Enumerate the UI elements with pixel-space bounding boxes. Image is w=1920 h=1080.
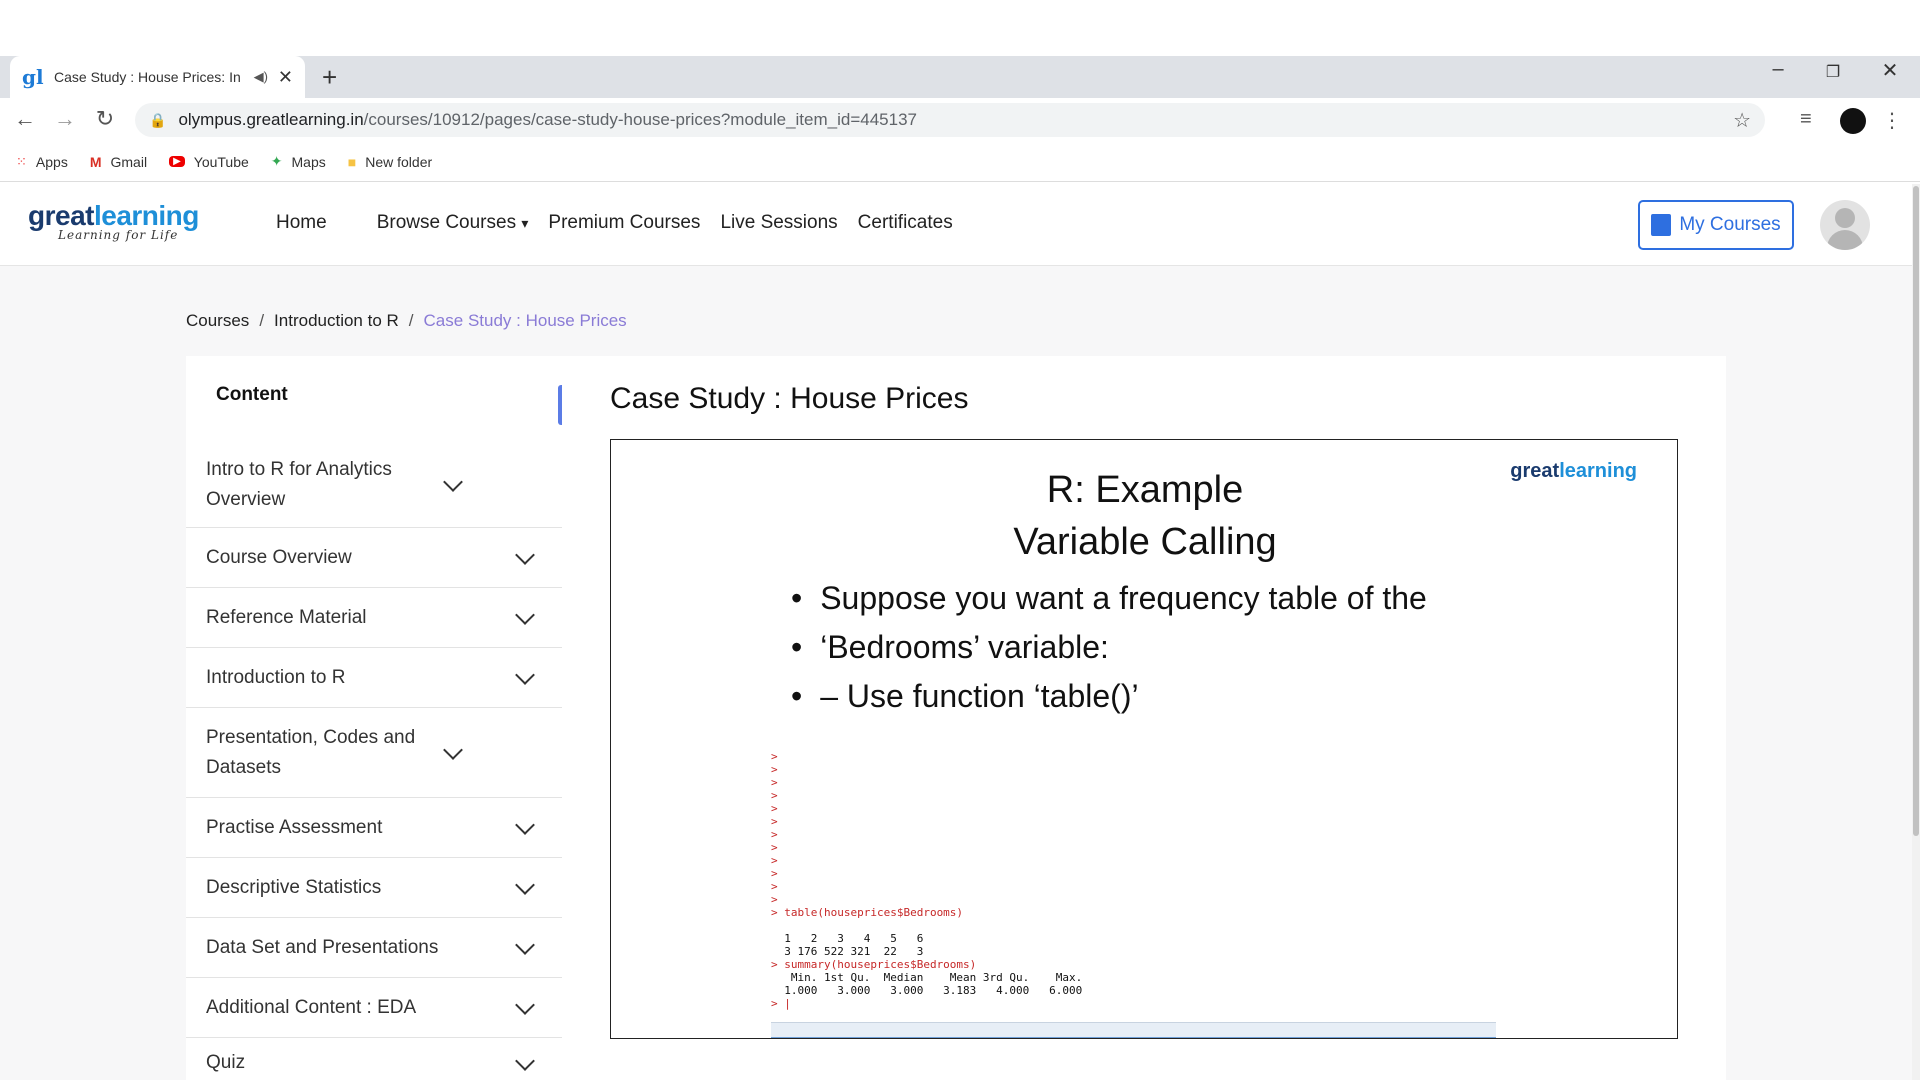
- console-table-values: 3 176 522 321 22 3: [771, 945, 924, 958]
- reload-icon[interactable]: ↻: [90, 106, 120, 132]
- chevron-down-icon: [515, 814, 535, 835]
- console-cmd-summary: > summary(houseprices$Bedrooms): [771, 958, 977, 971]
- bookmark-maps[interactable]: ✦ Maps: [271, 153, 326, 170]
- url-host: olympus.greatlearning.in: [178, 110, 364, 129]
- chevron-down-icon: [515, 604, 535, 625]
- console-scrollbar[interactable]: [771, 1022, 1496, 1038]
- tab-close-icon[interactable]: ✕: [278, 67, 293, 88]
- chevron-down-icon: [515, 664, 535, 685]
- lock-icon: 🔒: [149, 111, 167, 128]
- breadcrumb-current: Case Study : House Prices: [423, 311, 627, 330]
- browser-profile-avatar[interactable]: [1840, 108, 1866, 134]
- page-title: Case Study : House Prices: [610, 382, 969, 415]
- sidebar-section-descriptive-statistics[interactable]: Descriptive Statistics: [186, 858, 562, 918]
- youtube-icon: ▶: [169, 156, 185, 167]
- sidebar-section-course-overview[interactable]: Course Overview: [186, 528, 562, 588]
- sidebar-heading: Content: [216, 384, 288, 405]
- console-summary-head: Min. 1st Qu. Median Mean 3rd Qu. Max.: [771, 971, 1083, 984]
- nav-home[interactable]: Home: [276, 212, 327, 234]
- nav-certificates[interactable]: Certificates: [858, 212, 953, 234]
- gmail-icon: M: [89, 153, 102, 170]
- folder-icon: ■: [347, 153, 357, 170]
- slide-bullet: ‘Bedrooms’ variable:: [791, 629, 1427, 666]
- r-console: > > > > > > > > > > > > > table(housepri…: [771, 750, 1496, 1038]
- video-player[interactable]: greatlearning R: Example Variable Callin…: [610, 439, 1678, 1039]
- breadcrumb-introduction-to-r[interactable]: Introduction to R: [274, 311, 399, 330]
- chevron-down-icon: [515, 544, 535, 565]
- browser-tab[interactable]: gl Case Study : House Prices: In ◀) ✕: [10, 56, 305, 98]
- minimize-icon[interactable]: –: [1748, 58, 1808, 81]
- address-bar[interactable]: 🔒 olympus.greatlearning.in/courses/10912…: [135, 103, 1765, 137]
- sidebar-section-practise-assessment[interactable]: Practise Assessment: [186, 798, 562, 858]
- menu-kebab-icon[interactable]: ⋮: [1882, 108, 1902, 133]
- chevron-down-icon: [443, 739, 463, 760]
- page-scrollbar[interactable]: [1912, 184, 1920, 1080]
- my-courses-button[interactable]: My Courses: [1638, 200, 1794, 250]
- back-icon[interactable]: ←: [10, 106, 40, 132]
- book-icon: [1651, 214, 1672, 236]
- main-nav: Home Browse Courses ▾ Premium Courses Li…: [276, 212, 973, 234]
- bookmark-apps[interactable]: ⁙ Apps: [16, 154, 68, 170]
- console-summary-values: 1.000 3.000 3.000 3.183 4.000 6.000: [771, 984, 1083, 997]
- bookmark-youtube[interactable]: ▶ YouTube: [169, 154, 249, 170]
- sidebar-section-quiz[interactable]: Quiz: [186, 1038, 562, 1080]
- logo-tagline: Learning for Life: [58, 228, 179, 242]
- slide-bullet: Suppose you want a frequency table of th…: [791, 580, 1427, 617]
- bookmark-new-folder[interactable]: ■ New folder: [348, 154, 432, 170]
- breadcrumb-courses[interactable]: Courses: [186, 311, 249, 330]
- window-close-icon[interactable]: ✕: [1860, 58, 1920, 83]
- console-cmd-table: > table(houseprices$Bedrooms): [771, 906, 964, 919]
- site-header: greatlearning Learning for Life Home Bro…: [0, 184, 1920, 266]
- tab-strip: gl Case Study : House Prices: In ◀) ✕: [0, 56, 1920, 98]
- browser-toolbar: ← → ↻ 🔒 olympus.greatlearning.in/courses…: [0, 98, 1920, 142]
- url-path: /courses/10912/pages/case-study-house-pr…: [363, 110, 917, 129]
- sidebar-section-additional-content[interactable]: Additional Content : EDA: [186, 978, 562, 1038]
- user-avatar[interactable]: [1820, 200, 1870, 250]
- chevron-down-icon: [515, 874, 535, 895]
- sidebar-section-intro-overview[interactable]: Intro to R for Analytics Overview: [186, 442, 562, 528]
- chevron-down-icon: [443, 471, 463, 492]
- greatlearning-logo[interactable]: greatlearning Learning for Life: [28, 200, 199, 242]
- chevron-down-icon: [515, 934, 535, 955]
- window-top-area: [0, 0, 1920, 56]
- slide-bullets: Suppose you want a frequency table of th…: [791, 580, 1427, 727]
- forward-icon[interactable]: →: [50, 106, 80, 132]
- chevron-down-icon: ▾: [521, 215, 529, 231]
- main-content: Case Study : House Prices greatlearning …: [562, 356, 1726, 1080]
- sidebar-section-introduction-to-r[interactable]: Introduction to R: [186, 648, 562, 708]
- sidebar-section-data-set[interactable]: Data Set and Presentations: [186, 918, 562, 978]
- breadcrumb: Courses / Introduction to R / Case Study : H…: [186, 311, 627, 330]
- maps-icon: ✦: [270, 153, 283, 169]
- bookmarks-bar: ⁙ Apps M Gmail ▶ YouTube ✦ Maps ■ New folder: [0, 142, 1920, 182]
- content-sidebar: Content Intro to R for Analytics Overvie…: [186, 356, 562, 1080]
- apps-grid-icon: ⁙: [16, 153, 27, 169]
- nav-premium-courses[interactable]: Premium Courses: [548, 212, 700, 234]
- sidebar-section-presentation-codes[interactable]: Presentation, Codes and Datasets: [186, 708, 562, 798]
- greatlearning-favicon-icon: gl: [22, 65, 44, 89]
- chevron-down-icon: [515, 1051, 535, 1071]
- chevron-down-icon: [515, 994, 535, 1015]
- slide-title: R: Example Variable Calling: [1013, 469, 1277, 563]
- media-queue-icon[interactable]: ≡: [1800, 108, 1812, 131]
- bookmark-gmail[interactable]: M Gmail: [90, 154, 147, 170]
- audio-playing-icon[interactable]: ◀): [254, 69, 268, 85]
- new-tab-icon[interactable]: +: [322, 62, 337, 92]
- tab-title: Case Study : House Prices: In: [54, 69, 241, 85]
- console-table-head: 1 2 3 4 5 6: [771, 932, 924, 945]
- slide-bullet: – Use function ‘table()’: [791, 678, 1427, 715]
- restore-icon[interactable]: ❐: [1803, 62, 1863, 82]
- bookmark-star-icon[interactable]: ☆: [1733, 108, 1751, 133]
- nav-live-sessions[interactable]: Live Sessions: [720, 212, 837, 234]
- sidebar-section-reference-material[interactable]: Reference Material: [186, 588, 562, 648]
- nav-browse-courses[interactable]: Browse Courses ▾: [377, 212, 529, 234]
